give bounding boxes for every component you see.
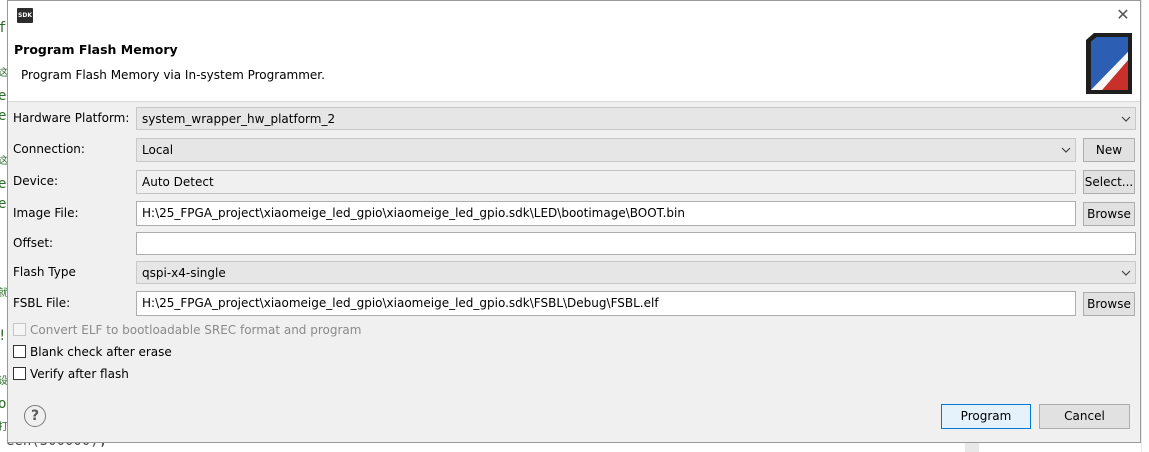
offset-label: Offset: xyxy=(13,236,54,250)
flash-type-value: qspi-x4-single xyxy=(142,266,226,280)
hardware-platform-value: system_wrapper_hw_platform_2 xyxy=(142,112,336,126)
fsbl-file-label: FSBL File: xyxy=(13,296,71,310)
dialog-header: Program Flash Memory Program Flash Memor… xyxy=(8,31,1140,102)
connection-label: Connection: xyxy=(13,142,85,156)
flash-memory-card-icon xyxy=(1086,33,1132,94)
device-value: Auto Detect xyxy=(142,175,214,189)
chevron-down-icon xyxy=(1121,116,1131,122)
hardware-platform-label: Hardware Platform: xyxy=(13,111,130,125)
background-code-fragment: ! xyxy=(0,328,6,344)
blank-check-option[interactable]: Blank check after erase xyxy=(13,344,172,360)
flash-type-label: Flash Type xyxy=(13,265,76,279)
connection-value: Local xyxy=(142,143,174,157)
new-connection-button[interactable]: New xyxy=(1083,138,1135,162)
background-right-edge xyxy=(1141,0,1149,452)
fsbl-file-input[interactable]: H:\25_FPGA_project\xiaomeige_led_gpio\xi… xyxy=(136,291,1076,316)
verify-option[interactable]: Verify after flash xyxy=(13,366,129,382)
browse-image-button[interactable]: Browse xyxy=(1083,202,1135,226)
device-field: Auto Detect xyxy=(136,170,1076,194)
background-code-fragment: e xyxy=(0,88,7,104)
blank-check-label: Blank check after erase xyxy=(30,345,172,359)
title-bar: SDK ✕ xyxy=(8,1,1140,31)
blank-check-checkbox[interactable] xyxy=(13,345,26,358)
fsbl-file-value: H:\25_FPGA_project\xiaomeige_led_gpio\xi… xyxy=(142,296,659,310)
image-file-label: Image File: xyxy=(13,206,79,220)
help-icon[interactable]: ? xyxy=(24,405,46,427)
image-file-value: H:\25_FPGA_project\xiaomeige_led_gpio\xi… xyxy=(142,206,685,220)
background-code-fragment: f xyxy=(0,20,7,36)
hardware-platform-select[interactable]: system_wrapper_hw_platform_2 xyxy=(136,107,1136,130)
chevron-down-icon xyxy=(1121,270,1131,276)
offset-input[interactable] xyxy=(136,232,1136,255)
cancel-button[interactable]: Cancel xyxy=(1039,404,1130,429)
flash-type-select[interactable]: qspi-x4-single xyxy=(136,261,1136,284)
verify-checkbox[interactable] xyxy=(13,367,26,380)
sdk-app-icon: SDK xyxy=(17,8,33,23)
convert-elf-label: Convert ELF to bootloadable SREC format … xyxy=(30,323,362,337)
connection-select[interactable]: Local xyxy=(136,138,1076,162)
convert-elf-checkbox xyxy=(13,323,26,336)
page-title: Program Flash Memory xyxy=(14,42,178,57)
page-description: Program Flash Memory via In-system Progr… xyxy=(21,68,325,82)
program-flash-dialog: SDK ✕ Program Flash Memory Program Flash… xyxy=(7,0,1141,443)
select-device-button[interactable]: Select... xyxy=(1083,170,1135,194)
image-file-input[interactable]: H:\25_FPGA_project\xiaomeige_led_gpio\xi… xyxy=(136,201,1076,226)
convert-elf-option: Convert ELF to bootloadable SREC format … xyxy=(13,322,361,338)
background-code-fragment: e xyxy=(0,196,7,212)
background-code-fragment: e xyxy=(0,108,7,124)
device-label: Device: xyxy=(13,174,59,188)
chevron-down-icon xyxy=(1061,147,1071,153)
close-icon[interactable]: ✕ xyxy=(1114,6,1132,24)
verify-label: Verify after flash xyxy=(30,367,129,381)
background-code-fragment: e xyxy=(0,176,7,192)
program-button[interactable]: Program xyxy=(941,404,1031,429)
browse-fsbl-button[interactable]: Browse xyxy=(1083,292,1135,316)
